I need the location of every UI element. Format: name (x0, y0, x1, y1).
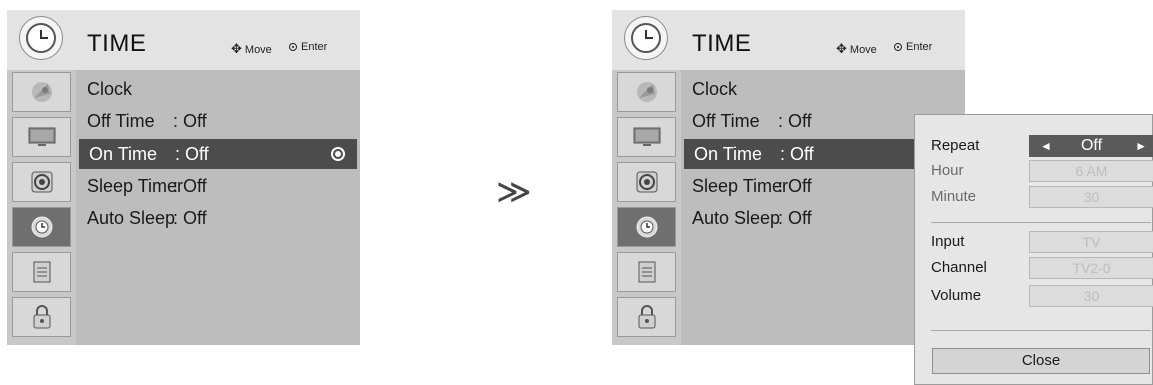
sidebar-item-picture[interactable] (12, 117, 71, 157)
lock-icon (638, 305, 655, 329)
sidebar-item-audio[interactable] (617, 162, 676, 202)
menu-item-auto-sleep[interactable]: Auto Sleep: Off (87, 203, 207, 233)
enter-icon (289, 43, 297, 51)
minute-field[interactable]: 30 (1029, 186, 1153, 208)
volume-label: Volume (931, 287, 982, 304)
sidebar-item-time[interactable] (617, 207, 676, 247)
channel-label: Channel (931, 259, 987, 276)
category-sidebar (612, 70, 681, 345)
satellite-icon (636, 82, 657, 102)
move-icon: ✥ (231, 41, 242, 56)
close-button[interactable]: Close (932, 348, 1150, 374)
enter-hint: Enter (894, 41, 932, 53)
arrow-right-icon[interactable]: ► (1135, 136, 1147, 156)
menu-item-clock[interactable]: Clock (87, 74, 173, 104)
menu-item-off-time[interactable]: Off Time: Off (692, 106, 812, 136)
picture-icon (28, 127, 55, 146)
menu-title: TIME (692, 30, 752, 57)
move-hint: ✥ Move (231, 41, 272, 56)
audio-icon (636, 171, 657, 193)
repeat-selector[interactable]: ◄ Off ► (1029, 135, 1153, 157)
menu-item-sleep-timer[interactable]: Sleep Timer: Off (692, 171, 812, 201)
clock-icon (624, 16, 668, 60)
menu-header: TIME ✥ Move Enter (7, 10, 360, 70)
channel-field[interactable]: TV2-0 (1029, 257, 1153, 279)
sidebar-item-time[interactable] (12, 207, 71, 247)
menu-title: TIME (87, 30, 147, 57)
minute-label: Minute (931, 188, 977, 205)
option-icon (33, 261, 50, 283)
move-icon: ✥ (836, 41, 847, 56)
time-menu-panel-left: TIME ✥ Move Enter Clock Off Time: Off On … (7, 10, 360, 345)
picture-icon (633, 127, 660, 146)
sidebar-item-option[interactable] (12, 252, 71, 292)
sidebar-item-lock[interactable] (617, 297, 676, 337)
clock-icon (19, 16, 63, 60)
sidebar-item-setup[interactable] (12, 72, 71, 112)
category-sidebar (7, 70, 76, 345)
enter-icon (894, 43, 902, 51)
sidebar-item-picture[interactable] (617, 117, 676, 157)
arrow-left-icon[interactable]: ◄ (1040, 136, 1052, 156)
satellite-icon (31, 82, 52, 102)
input-label: Input (931, 233, 965, 250)
sidebar-item-option[interactable] (617, 252, 676, 292)
enter-hint: Enter (289, 41, 327, 53)
sidebar-item-lock[interactable] (12, 297, 71, 337)
step-arrow: ≫ (496, 173, 532, 211)
sidebar-item-audio[interactable] (12, 162, 71, 202)
move-hint: ✥ Move (836, 41, 877, 56)
enter-icon (331, 147, 345, 161)
menu-list: Clock Off Time: Off On Time: Off Sleep T… (76, 70, 360, 345)
time-icon (31, 216, 52, 238)
time-icon (636, 216, 657, 238)
on-time-popup: Repeat ◄ Off ► Hour 6 AM Minute 30 Input… (914, 114, 1153, 385)
menu-item-sleep-timer[interactable]: Sleep Timer: Off (87, 171, 207, 201)
menu-item-auto-sleep[interactable]: Auto Sleep: Off (692, 203, 812, 233)
hour-label: Hour (931, 162, 964, 179)
option-icon (638, 261, 655, 283)
time-menu-panel-right: TIME ✥ Move Enter Clock Off Time: Off On … (612, 10, 965, 345)
sidebar-item-setup[interactable] (617, 72, 676, 112)
menu-item-on-time[interactable]: On Time: Off (79, 139, 357, 169)
lock-icon (33, 305, 50, 329)
divider (931, 222, 1151, 223)
repeat-label: Repeat (931, 137, 980, 154)
divider (931, 330, 1151, 331)
menu-item-off-time[interactable]: Off Time: Off (87, 106, 207, 136)
audio-icon (31, 171, 52, 193)
hour-field[interactable]: 6 AM (1029, 160, 1153, 182)
menu-item-clock[interactable]: Clock (692, 74, 778, 104)
menu-header: TIME ✥ Move Enter (612, 10, 965, 70)
volume-field[interactable]: 30 (1029, 285, 1153, 307)
input-field[interactable]: TV (1029, 231, 1153, 253)
